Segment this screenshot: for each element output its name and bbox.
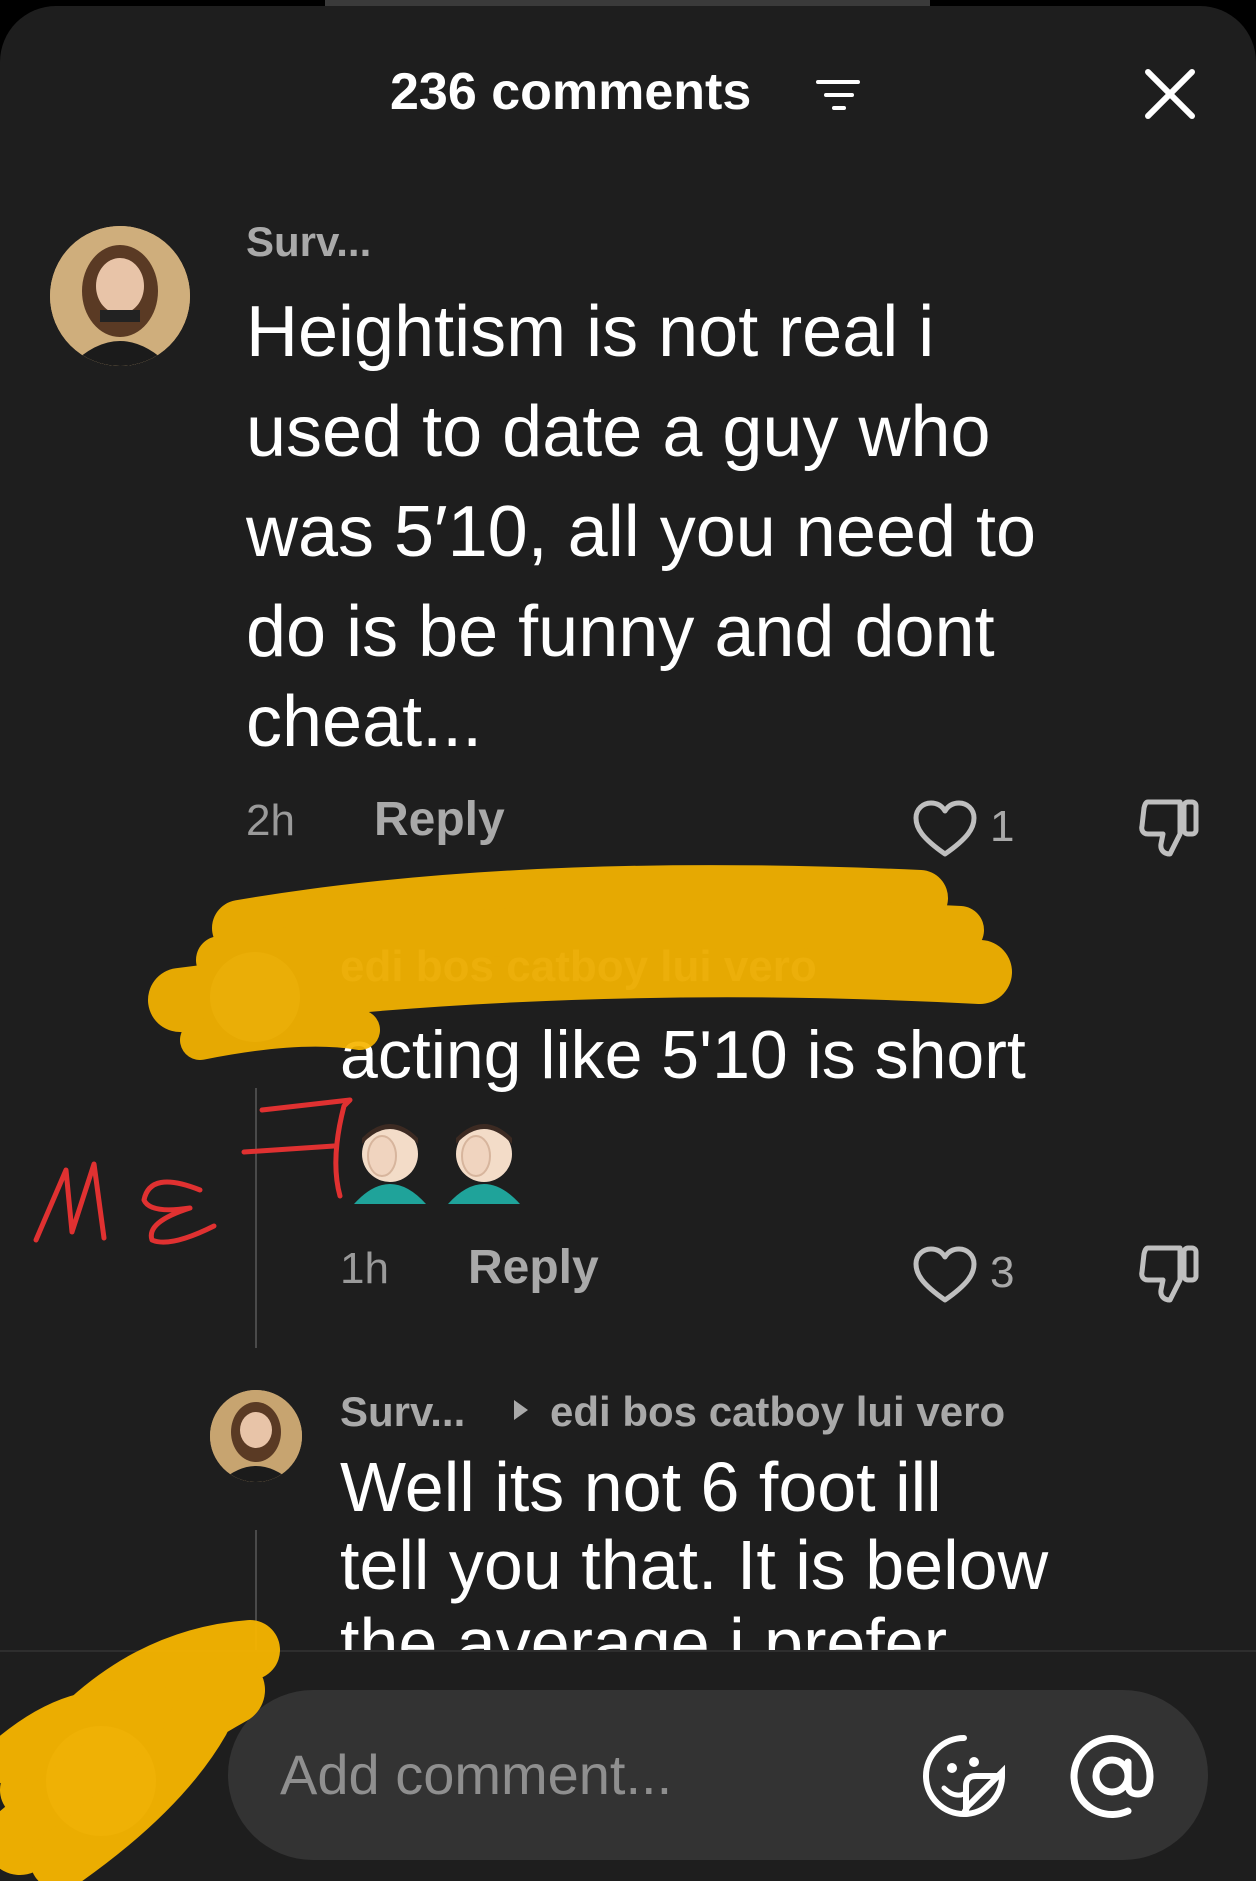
comments-sheet: 236 comments Surv... Heightism is not re… (0, 6, 1256, 1881)
reply-button[interactable]: Reply (374, 792, 505, 847)
comment-composer: Add comment... (0, 1650, 1256, 1881)
reply-text-line: Well its not 6 foot ill (340, 1448, 942, 1526)
emoji-sticker-icon[interactable] (920, 1732, 1008, 1820)
current-user-avatar (46, 1726, 156, 1836)
heart-icon[interactable] (912, 800, 978, 860)
comment-text-line: was 5′10, all you need to (246, 492, 1037, 572)
caret-right-icon (514, 1400, 528, 1420)
comment-timestamp: 2h (246, 796, 295, 845)
reply-username[interactable]: edi bos catboy lui vero (340, 942, 817, 992)
comments-count-title: 236 comments (390, 63, 752, 121)
comment-text-line: used to date a guy who (246, 392, 991, 472)
comment-text-line: Heightism is not real i (246, 292, 935, 372)
reply-text-line: acting like 5'10 is short (340, 1017, 1026, 1093)
heart-icon[interactable] (912, 1246, 978, 1306)
avatar[interactable] (50, 226, 190, 366)
like-count: 1 (990, 802, 1015, 851)
add-comment-input[interactable]: Add comment... (228, 1690, 1208, 1860)
facepalm-emoji (444, 1114, 524, 1204)
add-comment-placeholder: Add comment... (280, 1743, 673, 1806)
reply-button[interactable]: Reply (468, 1240, 599, 1295)
reply-to-username[interactable]: edi bos catboy lui vero (550, 1388, 1005, 1436)
comment-username[interactable]: Surv... (246, 218, 371, 266)
dislike-icon[interactable] (1136, 1238, 1206, 1308)
mention-at-icon[interactable] (1068, 1732, 1156, 1820)
comment-text-line: do is be funny and dont (246, 592, 995, 672)
reply-timestamp: 1h (340, 1244, 389, 1293)
dislike-icon[interactable] (1136, 792, 1206, 862)
thread-line (255, 1088, 257, 1348)
reply-username[interactable]: Surv... (340, 1388, 465, 1436)
like-count: 3 (990, 1248, 1015, 1297)
avatar[interactable] (210, 952, 300, 1042)
thread-line (255, 1530, 257, 1650)
close-icon[interactable] (1140, 64, 1200, 124)
facepalm-emoji (350, 1114, 430, 1204)
reply-text-line: tell you that. It is below (340, 1526, 1049, 1604)
comments-header: 236 comments (0, 6, 1256, 176)
avatar[interactable] (210, 1390, 302, 1482)
sort-filter-icon[interactable] (814, 76, 864, 116)
comment-text-line: cheat... (246, 682, 483, 762)
